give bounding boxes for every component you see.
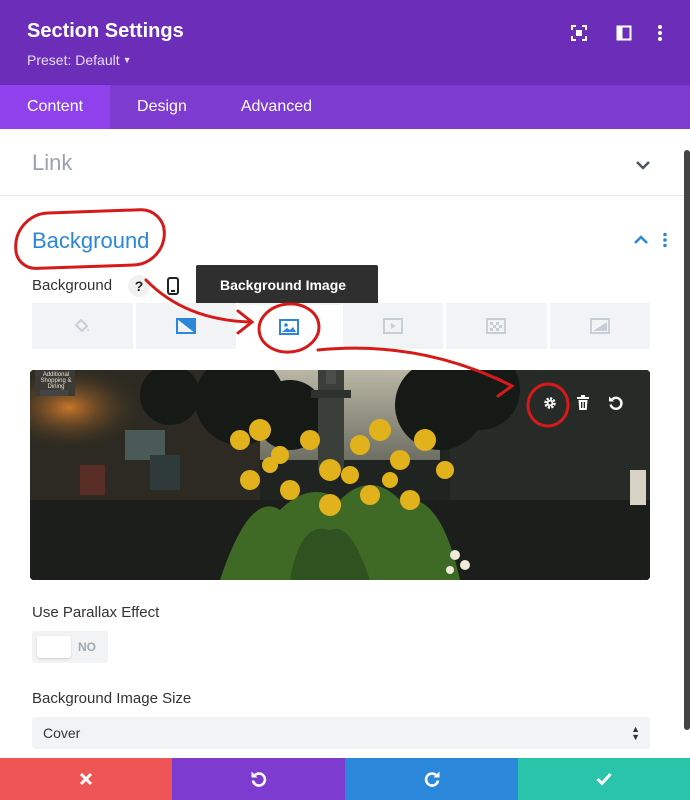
help-icon[interactable]: ? <box>128 275 150 297</box>
image-icon <box>279 319 300 335</box>
select-arrows-icon: ▲ ▼ <box>631 724 640 742</box>
undo-button[interactable] <box>172 758 345 800</box>
video-icon <box>382 318 403 334</box>
expand-icon[interactable] <box>568 22 590 44</box>
background-type-tabs <box>32 303 650 349</box>
image-size-select[interactable]: Cover ▲ ▼ <box>32 717 650 749</box>
redo-icon <box>424 771 439 787</box>
tab-design[interactable]: Design <box>110 85 214 129</box>
bg-pattern-tab[interactable] <box>446 303 550 349</box>
bg-mask-tab[interactable] <box>549 303 650 349</box>
bg-video-tab[interactable] <box>342 303 446 349</box>
footer-bar <box>0 758 690 800</box>
tab-content[interactable]: Content <box>0 85 111 129</box>
link-section-title: Link <box>32 150 73 175</box>
save-button[interactable] <box>518 758 690 800</box>
image-size-value: Cover <box>43 725 81 741</box>
background-field-label: Background <box>32 277 113 294</box>
mask-icon <box>589 318 610 334</box>
scrollbar[interactable] <box>684 150 690 730</box>
gradient-icon <box>175 318 196 334</box>
check-icon <box>596 772 612 786</box>
settings-icon[interactable] <box>539 392 561 414</box>
toggle-knob <box>37 636 71 658</box>
modal-title: Section Settings <box>27 20 184 42</box>
bg-image-tab[interactable] <box>239 303 343 349</box>
pattern-icon <box>486 318 507 334</box>
responsive-phone-icon[interactable] <box>163 276 183 296</box>
cancel-button[interactable] <box>0 758 172 800</box>
more-vertical-icon[interactable] <box>649 22 671 44</box>
sign-text: Additional Shopping & Dining <box>40 372 72 390</box>
settings-header: Section Settings Preset: Default ▼ <box>0 0 690 85</box>
redo-button[interactable] <box>345 758 518 800</box>
parallax-toggle[interactable]: NO <box>32 631 108 663</box>
bg-gradient-tab[interactable] <box>135 303 239 349</box>
tooltip: Background Image <box>196 265 378 305</box>
reset-icon[interactable] <box>605 392 627 414</box>
caret-down-icon: ▼ <box>122 55 132 65</box>
paint-bucket-icon <box>74 318 89 333</box>
chevron-down-icon[interactable] <box>634 156 652 174</box>
preset-dropdown[interactable]: Preset: Default ▼ <box>27 52 132 68</box>
tab-bar: Content Design Advanced <box>0 85 690 129</box>
undo-icon <box>251 771 266 787</box>
section-more-icon[interactable] <box>662 232 668 248</box>
close-icon <box>79 772 93 786</box>
preset-label: Preset: Default <box>27 52 120 68</box>
tab-advanced[interactable]: Advanced <box>214 85 339 129</box>
image-size-label: Background Image Size <box>32 690 192 707</box>
annotation-circle <box>13 207 167 271</box>
bg-color-tab[interactable] <box>32 303 136 349</box>
toggle-state: NO <box>78 640 96 654</box>
parallax-label: Use Parallax Effect <box>32 604 160 621</box>
trash-icon[interactable] <box>572 392 594 414</box>
sidebar-icon[interactable] <box>613 22 635 44</box>
chevron-up-icon[interactable] <box>632 231 650 249</box>
link-section[interactable]: Link <box>0 129 684 196</box>
